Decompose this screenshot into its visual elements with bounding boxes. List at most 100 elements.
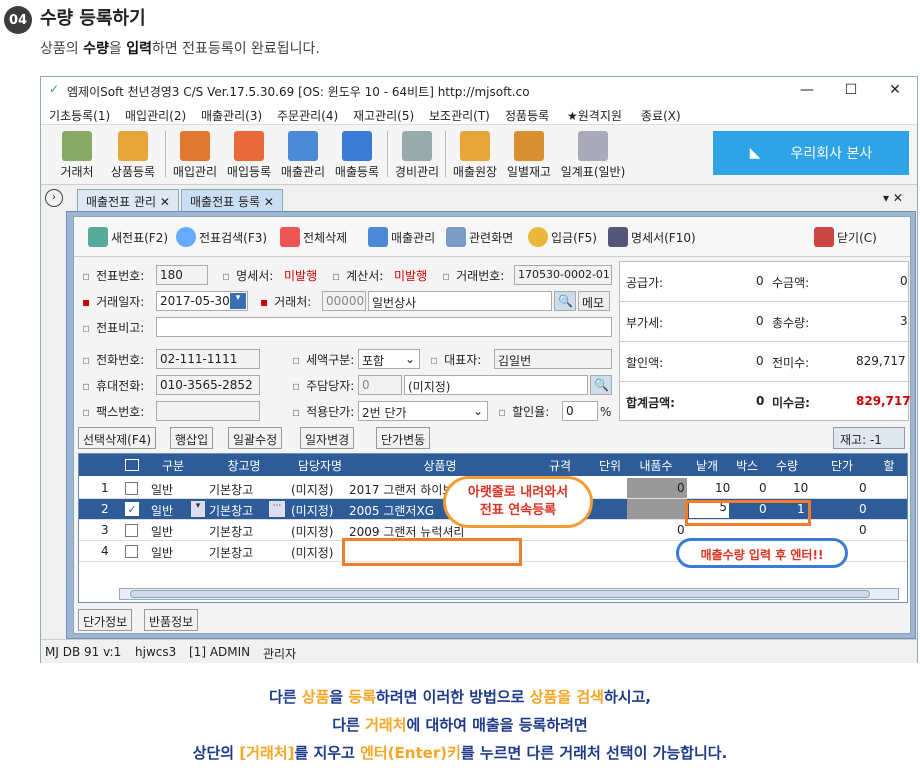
discount-label: 할인율: [498, 403, 549, 420]
toolbar-daily-report[interactable]: 일계표(일반) [557, 129, 629, 181]
toolbar-ledger[interactable]: 매출원장 [449, 129, 501, 181]
manager-name-field[interactable]: (미지정) [404, 375, 588, 395]
calendar-icon [514, 131, 544, 161]
row-checkbox[interactable] [125, 482, 138, 495]
toolbar-sales-register[interactable]: 매출등록 [331, 129, 383, 181]
callout-enter-quantity: 매출수량 입력 후 엔터!! [676, 538, 848, 568]
trade-no-field[interactable]: 170530-0002-01 [514, 265, 612, 285]
slip-note-label: 전표비고: [82, 319, 144, 336]
callout-next-row: 아랫줄로 내려와서 전표 연속등록 [443, 476, 593, 528]
toolbar-divider [445, 131, 446, 177]
maximize-button[interactable]: ☐ [829, 77, 873, 103]
delete-all-button[interactable]: 전체삭제 [280, 227, 347, 247]
price-change-button[interactable]: 단가변동 [376, 427, 431, 449]
app-icon: ✓ [49, 82, 60, 96]
close-slip-button[interactable]: 닫기(C) [814, 227, 877, 247]
tab-menu-icon[interactable]: ▾ ✕ [883, 191, 903, 205]
phone-field[interactable]: 02-111-1111 [156, 349, 260, 369]
bulk-edit-button[interactable]: 일괄수정 [228, 427, 283, 449]
more-icon[interactable]: ··· [269, 501, 285, 517]
menu-stock[interactable]: 재고관리(5) [353, 107, 414, 124]
tax-type-select[interactable]: 포함 ⌄ [358, 349, 420, 369]
toolbar-divider [165, 131, 166, 177]
menu-aux[interactable]: 보조관리(T) [429, 107, 490, 124]
totals-row: 할인액: 0 전미수: 829,717 [620, 342, 910, 382]
expand-icon[interactable]: › [45, 189, 63, 207]
step-badge: 04 [4, 6, 32, 34]
minimize-button[interactable]: — [785, 77, 829, 103]
row-checkbox[interactable]: ✓ [125, 502, 139, 516]
chevron-down-icon: ⌄ [472, 404, 483, 418]
scroll-thumb[interactable] [130, 590, 870, 598]
new-slip-button[interactable]: 새전표(F2) [88, 227, 168, 247]
chevron-down-icon[interactable]: ▾ [191, 501, 205, 517]
app-window: ✓ 엠제이Soft 천년경영3 C/S Ver.17.5.30.69 [OS: … [40, 76, 918, 663]
statement-status: 미발행 [284, 269, 318, 283]
insert-row-button[interactable]: 행삽입 [170, 427, 214, 449]
company-brand-button[interactable]: ◣ 우리회사 본사 [713, 131, 909, 175]
sales-manage-icon [288, 131, 318, 161]
fax-field[interactable] [156, 401, 260, 421]
select-all-checkbox[interactable] [125, 459, 139, 471]
price-tier-select[interactable]: 2번 단가 ⌄ [358, 401, 488, 421]
mobile-label: 휴대전화: [82, 377, 144, 394]
toolbar-expense[interactable]: 경비관리 [391, 129, 443, 181]
slip-no-field[interactable]: 180 [156, 265, 208, 285]
menu-order[interactable]: 주문관리(4) [277, 107, 338, 124]
menu-exit[interactable]: 종료(X) [641, 107, 681, 124]
row-checkbox[interactable] [125, 524, 138, 537]
toolbar-purchase-register[interactable]: 매입등록 [223, 129, 275, 181]
close-button[interactable]: ✕ [873, 77, 917, 103]
chevron-down-icon: ⌄ [404, 352, 415, 366]
menu-purchase[interactable]: 매입관리(2) [125, 107, 186, 124]
toolbar-client[interactable]: 거래처 [53, 129, 101, 181]
price-info-button[interactable]: 단가정보 [78, 609, 133, 631]
menu-remote[interactable]: ★원격지원 [567, 107, 622, 124]
delete-icon [280, 227, 300, 247]
related-screen-button[interactable]: 관련화면 [446, 227, 513, 247]
sales-manage-button[interactable]: 매출관리 [368, 227, 435, 247]
change-date-button[interactable]: 일자변경 [300, 427, 355, 449]
client-code-field[interactable]: 000001 [322, 291, 366, 311]
toolbar-product[interactable]: 상품등록 [105, 129, 161, 181]
manager-label: 주담당자: [292, 377, 354, 394]
slip-form: 전표번호: 180 명세서: 미발행 계산서: 미발행 거래번호: 170530… [78, 261, 613, 421]
toolbar-sales-manage[interactable]: 매출관리 [277, 129, 329, 181]
client-name-field[interactable]: 일번상사 [368, 291, 552, 311]
menu-license[interactable]: 정품등록 [505, 107, 549, 124]
stock-indicator: 재고: -1 [833, 427, 905, 449]
client-label: 거래처: [260, 293, 311, 310]
return-info-button[interactable]: 반품정보 [144, 609, 199, 631]
client-search-icon[interactable]: 🔍 [554, 291, 576, 311]
menu-sales[interactable]: 매출관리(3) [201, 107, 262, 124]
trade-date-field[interactable]: 2017-05-30 ▾ [156, 291, 248, 311]
statement-button[interactable]: 명세서(F10) [608, 227, 696, 247]
tab-sales-register[interactable]: 매출전표 등록 ✕ [181, 189, 283, 211]
menu-bar: 기초등록(1) 매입관리(2) 매출관리(3) 주문관리(4) 재고관리(5) … [41, 103, 917, 125]
status-bar: MJ DB 91 v:1 hjwcs3 [1] ADMIN 관리자 [41, 639, 917, 663]
tab-close-icon: ✕ [263, 195, 274, 209]
menu-basic[interactable]: 기초등록(1) [49, 107, 110, 124]
purchase-manage-icon [180, 131, 210, 161]
quantity-highlight [685, 500, 811, 526]
slip-note-field[interactable] [156, 317, 612, 337]
memo-button[interactable]: 메모 [578, 291, 610, 311]
toolbar-purchase-manage[interactable]: 매입관리 [169, 129, 221, 181]
horizontal-scrollbar[interactable] [119, 588, 899, 600]
mobile-field[interactable]: 010-3565-2852 [156, 375, 260, 395]
step-title: 수량 등록하기 [40, 8, 146, 29]
tab-sales-manage[interactable]: 매출전표 관리 ✕ [77, 189, 179, 211]
discount-field[interactable]: 0 [562, 401, 598, 421]
totals-panel: 공급가: 0 수금액: 0 부가세: 0 총수량: 3 할인액: 0 전미수: 829,71… [619, 261, 911, 421]
purchase-register-icon [234, 131, 264, 161]
row-checkbox[interactable] [125, 545, 138, 558]
search-slip-button[interactable]: 전표검색(F3) [176, 227, 267, 247]
delete-selected-button[interactable]: 선택삭제(F4) [78, 427, 157, 449]
manager-code-field[interactable]: 0 [358, 375, 402, 395]
deposit-button[interactable]: 입금(F5) [528, 227, 597, 247]
manager-search-icon[interactable]: 🔍 [590, 375, 612, 395]
ceo-field[interactable]: 김일번 [494, 349, 612, 369]
toolbar-daily-stock[interactable]: 일별재고 [503, 129, 555, 181]
toolbar-divider [387, 131, 388, 177]
totals-row: 부가세: 0 총수량: 3 [620, 302, 910, 342]
